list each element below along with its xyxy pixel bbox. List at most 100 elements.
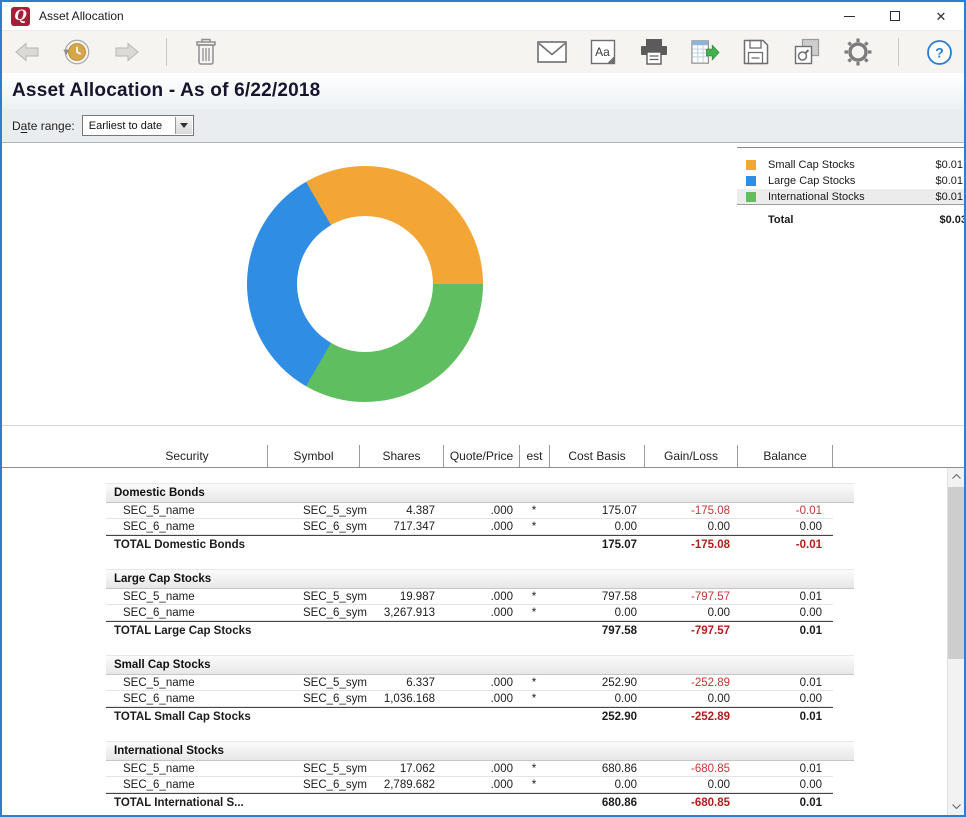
toolbar-separator <box>166 38 167 66</box>
chevron-down-icon <box>952 804 961 809</box>
report-preview-button[interactable] <box>792 36 822 68</box>
asset-allocation-window: Q Asset Allocation ✕ <box>0 0 966 817</box>
section-total-row[interactable]: TOTAL Domestic Bonds175.07-175.08-0.01 <box>106 535 833 553</box>
font-size-button[interactable]: Aa <box>588 36 618 68</box>
back-button[interactable] <box>12 36 42 68</box>
section-header: Large Cap Stocks <box>106 569 854 589</box>
settings-button[interactable] <box>843 36 873 68</box>
legend-swatch <box>746 176 756 186</box>
table-header: Security Symbol Shares Quote/Price est C… <box>2 426 964 468</box>
svg-text:Aa: Aa <box>595 45 610 59</box>
date-range-label: Date range: <box>12 119 75 133</box>
toolbar-separator <box>898 38 899 66</box>
legend-label: Small Cap Stocks <box>768 159 855 171</box>
title-bar: Q Asset Allocation ✕ <box>2 2 964 30</box>
quicken-logo-icon: Q <box>11 7 30 26</box>
maximize-button[interactable] <box>872 2 918 30</box>
table-row[interactable]: SEC_6_nameSEC_6_sym2,789.682.000*0.000.0… <box>106 777 833 793</box>
combo-dropdown-button[interactable] <box>175 117 192 134</box>
table-row[interactable]: SEC_6_nameSEC_6_sym3,267.913.000*0.000.0… <box>106 605 833 621</box>
column-header-security: Security <box>107 445 268 467</box>
legend-total-row: Total $0.03 <box>737 211 966 229</box>
maximize-icon <box>890 11 900 21</box>
section-header: Small Cap Stocks <box>106 655 854 675</box>
column-header-symbol: Symbol <box>268 445 360 467</box>
section-large-cap-stocks: Large Cap Stocks SEC_5_nameSEC_5_sym19.9… <box>106 569 854 639</box>
export-button[interactable] <box>690 36 720 68</box>
legend-item[interactable]: International Stocks $0.01 <box>737 189 966 205</box>
history-button[interactable] <box>62 36 92 68</box>
export-icon <box>690 39 720 66</box>
scrollbar-up-button[interactable] <box>948 468 964 485</box>
page-title: Asset Allocation - As of 6/22/2018 <box>12 80 320 102</box>
donut-hole <box>297 216 433 352</box>
minimize-icon <box>844 16 855 17</box>
legend-value: $0.01 <box>935 191 966 203</box>
table-row[interactable]: SEC_5_nameSEC_5_sym6.337.000*252.90-252.… <box>106 675 833 691</box>
section-small-cap-stocks: Small Cap Stocks SEC_5_nameSEC_5_sym6.33… <box>106 655 854 725</box>
legend-label: Large Cap Stocks <box>768 175 855 187</box>
asset-allocation-donut-chart[interactable] <box>247 166 483 402</box>
date-range-value: Earliest to date <box>89 120 162 132</box>
legend-total-value: $0.03 <box>939 214 966 226</box>
filter-bar: Date range: Earliest to date <box>2 109 964 143</box>
column-header-est: est <box>520 445 550 467</box>
legend-label: International Stocks <box>768 191 865 203</box>
email-icon <box>537 41 567 63</box>
section-total-row[interactable]: TOTAL International S...680.86-680.850.0… <box>106 793 833 811</box>
print-icon <box>639 38 669 66</box>
legend-item[interactable]: Small Cap Stocks $0.01 <box>737 157 966 173</box>
back-arrow-icon <box>13 38 41 66</box>
chart-area: Small Cap Stocks $0.01 Large Cap Stocks … <box>2 143 964 426</box>
save-button[interactable] <box>741 36 771 68</box>
toolbar: Aa <box>2 30 964 73</box>
legend-total-label: Total <box>768 214 793 226</box>
section-header: Domestic Bonds <box>106 483 854 503</box>
chevron-down-icon <box>180 123 188 128</box>
legend-value: $0.01 <box>935 159 966 171</box>
section-international-stocks: International Stocks SEC_5_nameSEC_5_sym… <box>106 741 854 811</box>
gear-icon <box>843 37 873 67</box>
delete-button[interactable] <box>191 36 221 68</box>
column-header-cost-basis: Cost Basis <box>550 445 645 467</box>
save-icon <box>743 39 769 65</box>
date-range-select[interactable]: Earliest to date <box>82 115 194 136</box>
table-row[interactable]: SEC_6_nameSEC_6_sym1,036.168.000*0.000.0… <box>106 691 833 707</box>
chart-legend: Small Cap Stocks $0.01 Large Cap Stocks … <box>737 147 966 229</box>
help-button[interactable]: ? <box>924 36 954 68</box>
section-total-row[interactable]: TOTAL Small Cap Stocks252.90-252.890.01 <box>106 707 833 725</box>
help-icon: ? <box>926 39 953 66</box>
column-header-shares: Shares <box>360 445 444 467</box>
email-button[interactable] <box>537 36 567 68</box>
trash-icon <box>192 37 220 67</box>
table-row[interactable]: SEC_5_nameSEC_5_sym4.387.000*175.07-175.… <box>106 503 833 519</box>
column-header-gain-loss: Gain/Loss <box>645 445 738 467</box>
legend-item[interactable]: Large Cap Stocks $0.01 <box>737 173 966 189</box>
table-row[interactable]: SEC_5_nameSEC_5_sym19.987.000*797.58-797… <box>106 589 833 605</box>
section-header: International Stocks <box>106 741 854 761</box>
column-header-quote-price: Quote/Price <box>444 445 520 467</box>
scrollbar-thumb[interactable] <box>948 487 964 659</box>
forward-arrow-icon <box>113 38 141 66</box>
window-title: Asset Allocation <box>39 9 124 23</box>
table-row[interactable]: SEC_5_nameSEC_5_sym17.062.000*680.86-680… <box>106 761 833 777</box>
table-row[interactable]: SEC_6_nameSEC_6_sym717.347.000*0.000.000… <box>106 519 833 535</box>
close-icon: ✕ <box>936 10 947 23</box>
font-size-icon: Aa <box>590 39 616 65</box>
svg-text:?: ? <box>935 44 944 60</box>
section-domestic-bonds: Domestic Bonds SEC_5_nameSEC_5_sym4.387.… <box>106 483 854 553</box>
minimize-button[interactable] <box>826 2 872 30</box>
column-header-balance: Balance <box>738 445 833 467</box>
report-preview-icon <box>793 38 821 66</box>
print-button[interactable] <box>639 36 669 68</box>
legend-swatch <box>746 192 756 202</box>
section-total-row[interactable]: TOTAL Large Cap Stocks797.58-797.570.01 <box>106 621 833 639</box>
table-body: Domestic Bonds SEC_5_nameSEC_5_sym4.387.… <box>2 468 964 813</box>
chevron-up-icon <box>952 474 961 479</box>
forward-button[interactable] <box>112 36 142 68</box>
close-button[interactable]: ✕ <box>918 2 964 30</box>
scrollbar-down-button[interactable] <box>948 798 964 815</box>
history-clock-icon <box>62 36 92 68</box>
table-scrollbar[interactable] <box>947 468 964 815</box>
page-title-band: Asset Allocation - As of 6/22/2018 <box>2 73 964 109</box>
